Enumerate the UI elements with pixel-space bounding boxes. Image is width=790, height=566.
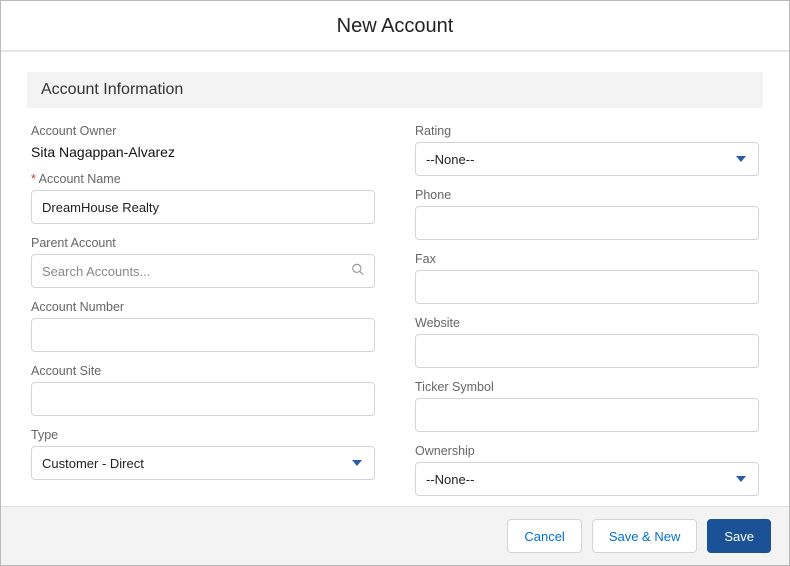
field-ownership: Ownership --None-- (415, 444, 759, 496)
chevron-down-icon (736, 156, 746, 162)
label-ownership: Ownership (415, 444, 759, 458)
field-account-number: Account Number (31, 300, 375, 352)
label-parent-account: Parent Account (31, 236, 375, 250)
field-phone: Phone (415, 188, 759, 240)
input-parent-account[interactable] (31, 254, 375, 288)
label-rating: Rating (415, 124, 759, 138)
required-indicator: * (31, 172, 36, 186)
label-phone: Phone (415, 188, 759, 202)
form-grid: Account Owner Sita Nagappan-Alvarez * Ac… (27, 124, 763, 506)
field-rating: Rating --None-- (415, 124, 759, 176)
select-rating-value: --None-- (426, 152, 474, 167)
input-fax[interactable] (415, 270, 759, 304)
cancel-button[interactable]: Cancel (507, 519, 581, 553)
section-account-information: Account Information (27, 72, 763, 108)
save-and-new-button[interactable]: Save & New (592, 519, 698, 553)
modal-header: New Account (1, 1, 789, 52)
field-type: Type Customer - Direct (31, 428, 375, 480)
select-ownership[interactable]: --None-- (415, 462, 759, 496)
input-phone[interactable] (415, 206, 759, 240)
select-type-value: Customer - Direct (42, 456, 144, 471)
right-column: Rating --None-- Phone Fax Website (415, 124, 759, 506)
modal-footer: Cancel Save & New Save (1, 506, 789, 565)
save-button[interactable]: Save (707, 519, 771, 553)
field-account-owner: Account Owner Sita Nagappan-Alvarez (31, 124, 375, 160)
input-website[interactable] (415, 334, 759, 368)
field-account-site: Account Site (31, 364, 375, 416)
field-parent-account: Parent Account (31, 236, 375, 288)
value-account-owner: Sita Nagappan-Alvarez (31, 142, 375, 160)
input-account-number[interactable] (31, 318, 375, 352)
chevron-down-icon (736, 476, 746, 482)
field-ticker-symbol: Ticker Symbol (415, 380, 759, 432)
label-account-number: Account Number (31, 300, 375, 314)
field-account-name: * Account Name (31, 172, 375, 224)
label-website: Website (415, 316, 759, 330)
select-type[interactable]: Customer - Direct (31, 446, 375, 480)
label-account-site: Account Site (31, 364, 375, 378)
label-ticker-symbol: Ticker Symbol (415, 380, 759, 394)
chevron-down-icon (352, 460, 362, 466)
input-ticker-symbol[interactable] (415, 398, 759, 432)
input-account-site[interactable] (31, 382, 375, 416)
new-account-modal: New Account Account Information Account … (0, 0, 790, 566)
modal-title: New Account (1, 15, 789, 38)
left-column: Account Owner Sita Nagappan-Alvarez * Ac… (31, 124, 375, 506)
select-ownership-value: --None-- (426, 472, 474, 487)
field-website: Website (415, 316, 759, 368)
input-account-name[interactable] (31, 190, 375, 224)
modal-body: Account Information Account Owner Sita N… (1, 52, 789, 506)
field-fax: Fax (415, 252, 759, 304)
label-account-owner: Account Owner (31, 124, 375, 138)
select-rating[interactable]: --None-- (415, 142, 759, 176)
label-type: Type (31, 428, 375, 442)
label-account-name: * Account Name (31, 172, 375, 186)
label-fax: Fax (415, 252, 759, 266)
